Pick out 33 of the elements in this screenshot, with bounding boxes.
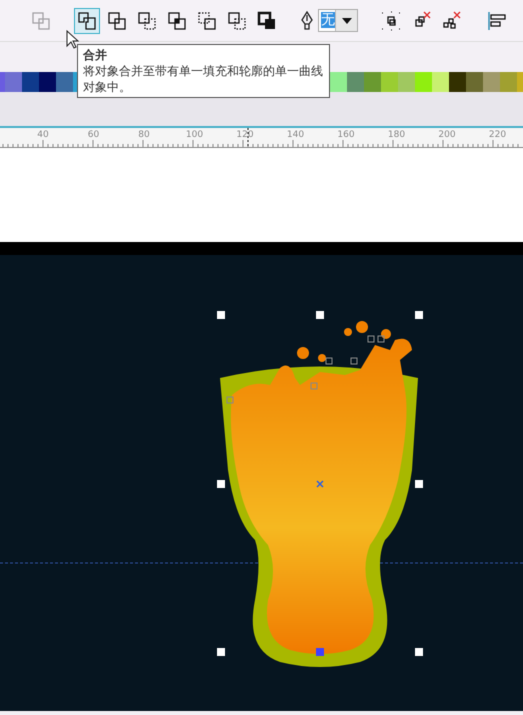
ruler-label: 140 [286,129,304,142]
color-swatch[interactable] [483,72,500,92]
outline-width-dropdown[interactable]: 无 [318,9,358,32]
color-swatch[interactable] [398,72,415,92]
color-swatch[interactable] [364,72,381,92]
tooltip-title: 合并 [83,47,108,63]
ruler-label: 80 [138,129,150,142]
ruler-label: 60 [88,129,100,142]
ruler-label: 220 [488,129,506,142]
pen-icon[interactable] [300,10,314,30]
ruler-label: 200 [438,129,456,142]
ruler-label: 160 [337,129,355,142]
color-swatch[interactable] [347,72,364,92]
tooltip-text: 将对象合并至带有单一填充和轮廓的单一曲线对象中。 [83,63,324,95]
color-swatch[interactable] [5,72,22,92]
combine-icon[interactable] [74,8,100,34]
color-swatch[interactable] [449,72,466,92]
color-swatch[interactable] [56,72,73,92]
color-swatch[interactable] [381,72,398,92]
selected-glass-drawing[interactable] [217,311,423,667]
ruler-label: 100 [186,129,204,142]
color-swatch[interactable] [415,72,432,92]
ruler-label: 40 [37,129,49,142]
color-swatch[interactable] [0,72,5,92]
caret-icon[interactable] [335,10,357,31]
color-swatch[interactable] [22,72,39,92]
color-swatch[interactable] [432,72,449,92]
color-swatch[interactable] [39,72,56,92]
color-swatch[interactable] [330,72,347,92]
ruler-label: 120 [236,129,254,142]
color-swatch[interactable] [466,72,483,92]
color-swatch[interactable] [500,72,517,92]
ruler-label: 180 [388,129,406,142]
